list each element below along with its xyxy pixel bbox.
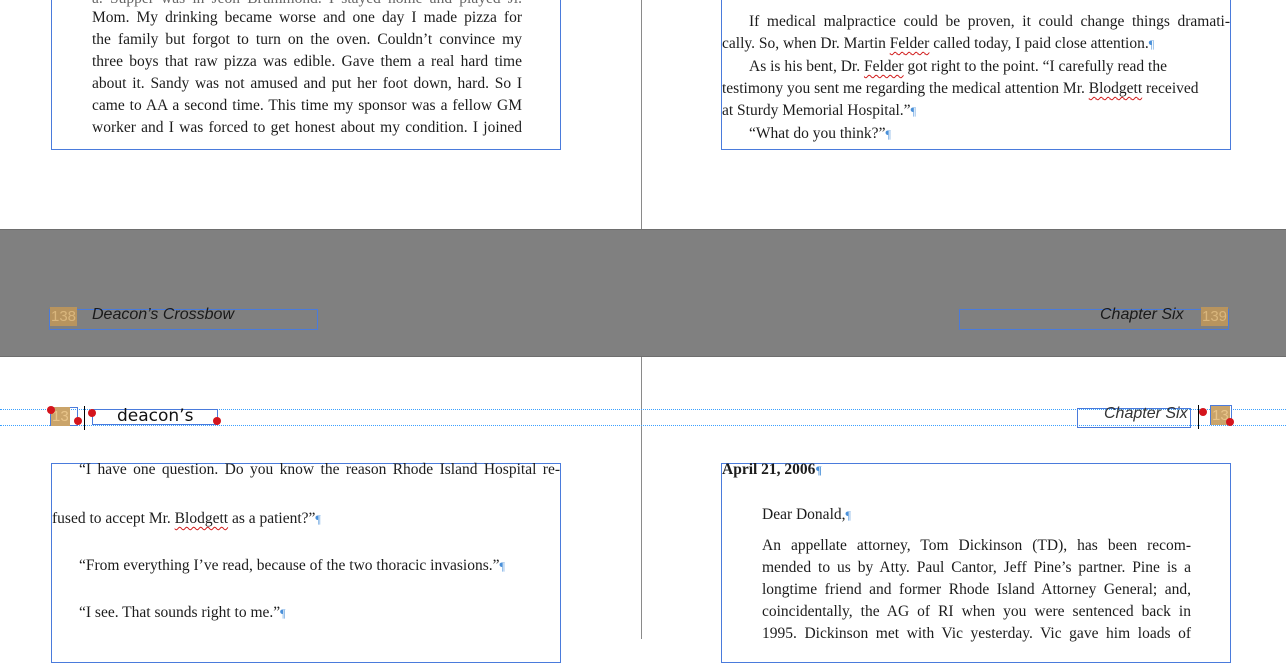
- left-top-line-5: came to AA a second time. This time my s…: [92, 97, 522, 114]
- right-top-p1-line2: cally. So, when Dr. Martin Felder called…: [722, 35, 1155, 52]
- right-letter-line-3: coincidentally, the AG of RI when you we…: [762, 603, 1191, 620]
- right-top-p2-line2: testimony you sent me regarding the medi…: [722, 80, 1199, 97]
- right-page-number-anchor-icon[interactable]: [1199, 408, 1207, 416]
- right-running-head: Chapter Six: [1104, 405, 1188, 422]
- right-bottom-salutation: Dear Donald,¶: [762, 506, 851, 523]
- left-top-line-6: worker and I was forced to get honest ab…: [92, 119, 522, 136]
- text-cursor-left: [84, 406, 85, 430]
- right-letter-line-2: longtime friend and former Rhode Island …: [762, 581, 1191, 598]
- left-page-number-anchor-icon[interactable]: [47, 406, 55, 414]
- right-top-p2-line1: As is his bent, Dr. Felder got right to …: [749, 58, 1167, 75]
- right-bottom-date: April 21, 2006¶: [722, 461, 822, 478]
- left-bottom-p1-line2: fused to accept Mr. Blodgett as a patien…: [52, 510, 321, 527]
- right-top-p1-line1: If medical malpractice could be proven, …: [749, 13, 1230, 30]
- right-top-p2-line3: at Sturdy Memorial Hospital.”¶: [722, 102, 916, 119]
- left-bottom-p1-line1: “I have one question. Do you know the re…: [79, 461, 560, 478]
- right-letter-line-4: 1995. Dickinson met with Vic yesterday. …: [762, 625, 1191, 642]
- right-letter-line-1: mended to us by Atty. Paul Cantor, Jeff …: [762, 559, 1191, 576]
- left-bottom-p3: “I see. That sounds right to me.”¶: [79, 604, 286, 621]
- left-running-head-anchor-icon[interactable]: [88, 409, 96, 417]
- spine-bottom: [641, 357, 642, 639]
- left-page-number-handle-icon[interactable]: [74, 417, 82, 425]
- left-top-line-4: about it. Sandy was not amused and put h…: [92, 75, 522, 92]
- left-top-line-1: Mom. My drinking became worse and one da…: [92, 9, 522, 26]
- master-right-header-frame[interactable]: [959, 309, 1229, 330]
- master-left-page-number: 138: [50, 307, 78, 326]
- left-top-line-2: the family but forgot to turn on the ove…: [92, 31, 522, 48]
- master-left-running-head: Deacon’s Crossbow: [92, 306, 234, 323]
- left-running-head: deacon’s: [117, 406, 194, 426]
- master-pages-band: [0, 229, 1286, 357]
- left-running-head-handle-icon[interactable]: [213, 417, 221, 425]
- master-right-page-number: 139: [1201, 307, 1229, 326]
- right-letter-line-0: An appellate attorney, Tom Dickinson (TD…: [762, 537, 1191, 554]
- spine-top: [641, 0, 642, 229]
- left-bottom-p2: “From everything I’ve read, because of t…: [79, 557, 505, 574]
- right-top-p3: “What do you think?”¶: [749, 125, 891, 142]
- master-right-running-head: Chapter Six: [1100, 306, 1184, 323]
- right-page-number-handle-icon[interactable]: [1226, 418, 1234, 426]
- left-top-line-3: three boys that raw pizza was edible. Ga…: [92, 53, 522, 70]
